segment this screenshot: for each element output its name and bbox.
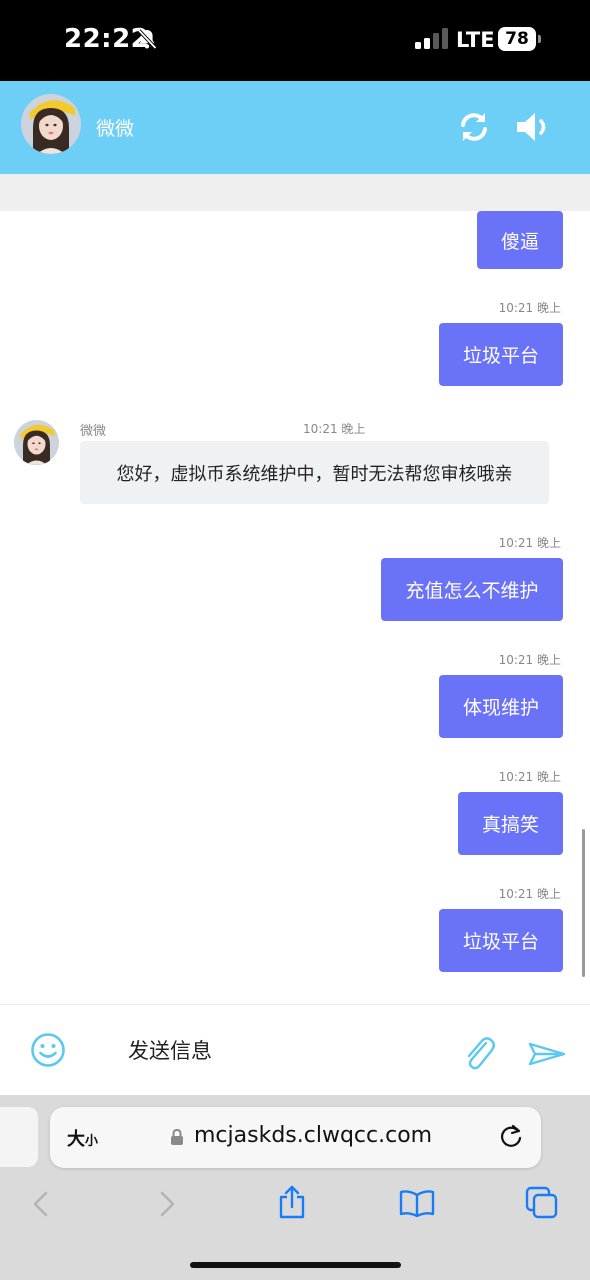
message-bubble-outgoing[interactable]: 垃圾平台: [439, 909, 563, 972]
chat-page: 22:22 LTE 78 微微 傻逼 10:21 晚上 垃圾平台 微微 10:2…: [0, 0, 590, 1280]
message-timestamp: 10:21 晚上: [303, 422, 366, 436]
previous-tab-card[interactable]: [0, 1107, 38, 1167]
message-bubble-outgoing[interactable]: 傻逼: [477, 211, 563, 269]
address-bar[interactable]: 大小 mcjaskds.clwqcc.com: [50, 1107, 541, 1168]
paperclip-icon[interactable]: [462, 1035, 496, 1071]
message-list[interactable]: 傻逼 10:21 晚上 垃圾平台 微微 10:21 晚上 您好，虚拟币系统维护中…: [0, 211, 590, 1004]
battery-icon: 78: [498, 27, 542, 51]
chevron-right-icon[interactable]: [158, 1190, 178, 1218]
header-divider-band: [0, 174, 590, 211]
bell-slash-icon: [137, 29, 157, 50]
refresh-icon[interactable]: [456, 109, 492, 145]
speaker-icon[interactable]: [514, 109, 552, 145]
message-timestamp: 10:21 晚上: [498, 770, 561, 784]
message-timestamp: 10:21 晚上: [498, 536, 561, 550]
url-text[interactable]: mcjaskds.clwqcc.com: [194, 1123, 432, 1148]
book-icon[interactable]: [399, 1189, 435, 1217]
reload-icon[interactable]: [498, 1124, 524, 1150]
message-bubble-outgoing[interactable]: 充值怎么不维护: [381, 558, 563, 621]
chat-header: 微微: [0, 81, 590, 174]
message-bubble-incoming[interactable]: 您好，虚拟币系统维护中，暂时无法帮您审核哦亲: [80, 441, 549, 504]
message-timestamp: 10:21 晚上: [498, 653, 561, 667]
avatar-portrait: [14, 420, 59, 465]
share-icon[interactable]: [277, 1184, 307, 1220]
smiley-icon[interactable]: [30, 1032, 66, 1068]
network-label: LTE: [456, 28, 495, 52]
chevron-left-icon[interactable]: [30, 1190, 50, 1218]
text-size-big: 大: [67, 1129, 85, 1150]
message-timestamp: 10:21 晚上: [498, 887, 561, 901]
scrollbar-thumb[interactable]: [582, 829, 585, 977]
lock-icon: [171, 1128, 183, 1145]
message-timestamp: 10:21 晚上: [498, 301, 561, 315]
signal-bars-icon: [415, 28, 448, 49]
status-bar: 22:22 LTE 78: [0, 0, 590, 81]
paper-plane-icon[interactable]: [528, 1041, 566, 1067]
sender-name: 微微: [80, 424, 107, 439]
message-bubble-outgoing[interactable]: 真搞笑: [458, 792, 563, 855]
contact-name: 微微: [96, 118, 135, 140]
tabs-icon[interactable]: [525, 1186, 559, 1220]
browser-toolbar: 大小 mcjaskds.clwqcc.com: [0, 1095, 590, 1280]
battery-tip: [538, 35, 541, 43]
battery-level: 78: [498, 27, 536, 51]
text-size-small: 小: [85, 1134, 99, 1149]
text-size-button[interactable]: 大小: [67, 1125, 98, 1151]
message-bubble-outgoing[interactable]: 垃圾平台: [439, 323, 563, 386]
home-indicator: [190, 1262, 401, 1268]
contact-avatar[interactable]: [21, 94, 81, 154]
message-composer: 发送信息: [0, 1004, 590, 1095]
avatar-portrait: [21, 94, 81, 154]
message-bubble-outgoing[interactable]: 体现维护: [439, 675, 563, 738]
message-input[interactable]: 发送信息: [128, 1035, 212, 1065]
sender-avatar[interactable]: [14, 420, 59, 465]
